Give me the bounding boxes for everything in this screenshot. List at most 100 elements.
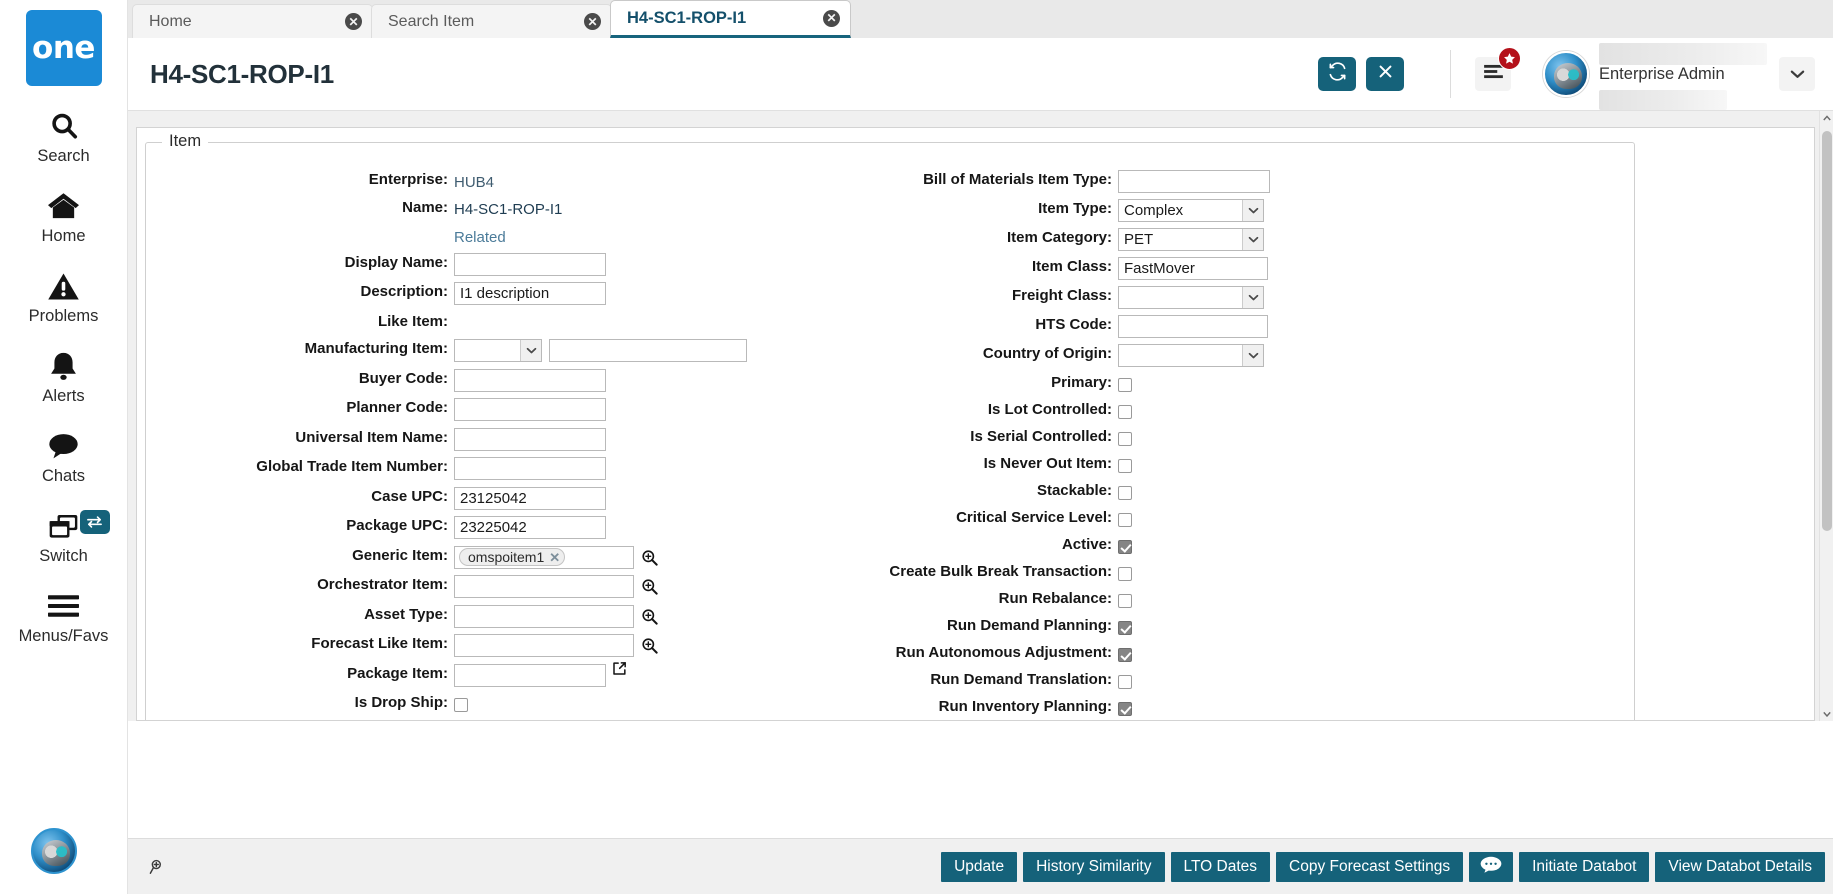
chip-input-generic-item[interactable]: omspoitem1 ✕ [454,545,634,569]
input-package-upc[interactable] [454,516,606,539]
tab-close-icon[interactable]: ✕ [584,13,601,30]
lookup-search-icon[interactable] [641,549,658,566]
tab-label: Home [149,12,192,30]
rail-item-alerts[interactable]: Alerts [0,348,128,406]
tab-home[interactable]: Home ✕ [132,4,373,38]
checkbox-create-bulk-break-transaction[interactable] [1118,567,1132,581]
input-display-name[interactable] [454,252,606,276]
form-label-run-demand-translation: Run Demand Translation: [930,671,1112,688]
lookup-search-icon[interactable] [641,608,658,625]
checkbox-is-serial-controlled[interactable] [1118,432,1132,446]
form-column-right: Bill of Materials Item Type: Item Type: Co… [796,169,1326,720]
footer-button-view-databot-details[interactable]: View Databot Details [1655,851,1825,882]
checkbox-primary[interactable] [1118,378,1132,392]
checkbox-run-inventory-planning[interactable] [1118,702,1132,716]
input-bill-of-materials-item-type[interactable] [1118,170,1270,193]
rail-item-chats[interactable]: Chats [0,428,128,486]
refresh-button[interactable] [1318,57,1356,91]
scroll-down-button[interactable] [1820,707,1833,721]
chip-remove-icon[interactable]: ✕ [549,547,560,568]
footer-button-update[interactable]: Update [941,851,1018,882]
checkbox-is-never-out-item[interactable] [1118,459,1132,473]
action-footer: Update History Similarity LTO Dates Copy Fo… [128,838,1833,894]
input-manufacturing-item[interactable] [549,339,747,362]
content-vertical-scrollbar[interactable] [1819,111,1833,721]
header-menu-button[interactable] [1475,47,1521,91]
scrollbar-thumb[interactable] [1822,131,1832,531]
user-avatar-icon[interactable] [1543,51,1589,97]
chevron-down-icon [520,340,541,361]
form-row-item-class: Item Class: [796,256,1326,280]
select-country-of-origin[interactable] [1118,344,1264,367]
rail-item-switch[interactable]: Switch [0,508,128,566]
tab-search-item[interactable]: Search Item ✕ [371,4,612,38]
chip-omspoitem1[interactable]: omspoitem1 ✕ [459,547,566,568]
input-asset-type[interactable] [454,604,634,628]
checkbox-run-autonomous-adjustment[interactable] [1118,648,1132,662]
form-label-critical-service-level: Critical Service Level: [956,509,1112,526]
footer-button-label: Copy Forecast Settings [1289,857,1451,875]
input-description[interactable] [454,282,606,305]
assistant-avatar-icon[interactable] [31,828,77,874]
rail-item-home[interactable]: Home [0,188,128,246]
scroll-up-button[interactable] [1820,111,1833,125]
form-row-like-item: Like Item: [154,311,774,333]
chevron-down-icon [1242,345,1263,366]
form-value-run-inventory-planning [1118,696,1132,718]
one-network-logo[interactable]: one [25,10,102,86]
rail-item-menus-favs[interactable]: Menus/Favs [0,588,128,646]
footer-chat-button[interactable] [1469,851,1514,882]
form-label-case-upc: Case UPC: [371,487,448,505]
input-item-class[interactable] [1118,257,1268,280]
select-item-type[interactable]: Complex [1118,199,1264,222]
tab-close-icon[interactable]: ✕ [345,13,362,30]
star-badge-icon [1498,47,1521,70]
input-buyer-code[interactable] [454,368,606,392]
form-value-active [1118,534,1132,556]
swap-arrows-icon[interactable] [79,510,110,534]
footer-button-copy-forecast-settings[interactable]: Copy Forecast Settings [1276,851,1464,882]
footer-button-initiate-databot[interactable]: Initiate Databot [1519,851,1650,882]
checkbox-is-lot-controlled[interactable] [1118,405,1132,419]
footer-button-history-similarity[interactable]: History Similarity [1023,851,1165,882]
input-universal-item-name[interactable] [454,427,606,451]
lookup-search-icon[interactable] [641,637,658,654]
input-global-trade-item-number[interactable] [454,457,606,480]
tab-h4-sc1-rop-i1[interactable]: H4-SC1-ROP-I1 ✕ [610,0,851,38]
user-menu-caret-button[interactable] [1779,57,1815,91]
select-freight-class[interactable] [1118,286,1264,309]
checkbox-run-demand-translation[interactable] [1118,675,1132,689]
open-external-icon[interactable] [612,661,627,681]
checkbox-run-demand-planning[interactable] [1118,621,1132,635]
input-hts-code[interactable] [1118,315,1268,338]
form-row-run-autonomous-adjustment: Run Autonomous Adjustment: [796,642,1326,664]
input-package-item[interactable] [454,663,606,687]
input-planner-code[interactable] [454,398,606,421]
fieldset-legend: Item [162,132,209,151]
checkbox-run-rebalance[interactable] [1118,594,1132,608]
input-case-upc[interactable] [454,486,606,510]
form-row-primary: Primary: [796,372,1326,394]
select-manufacturing-item[interactable] [454,339,542,362]
rail-item-search[interactable]: Search [0,108,128,166]
form-label-orchestrator-item: Orchestrator Item: [317,576,448,593]
related-link[interactable]: Related [454,226,506,246]
checkbox-critical-service-level[interactable] [1118,513,1132,527]
checkbox-is-drop-ship[interactable] [454,698,468,712]
home-icon [47,188,80,224]
chat-bubble-icon [1480,856,1502,878]
input-orchestrator-item[interactable] [454,575,634,598]
checkbox-active[interactable] [1118,540,1132,554]
select-stratification-code[interactable] [454,721,600,722]
pin-location-icon[interactable] [144,854,170,880]
select-item-category[interactable]: PET [1118,228,1264,251]
lookup-search-icon[interactable] [641,578,658,595]
form-label-run-inventory-planning: Run Inventory Planning: [938,698,1112,715]
input-forecast-like-item[interactable] [454,634,634,657]
tab-close-icon[interactable]: ✕ [823,9,840,27]
checkbox-stackable[interactable] [1118,486,1132,500]
static-value-enterprise: HUB4 [454,173,495,191]
footer-button-lto-dates[interactable]: LTO Dates [1170,851,1271,882]
close-button[interactable] [1366,57,1404,91]
rail-item-problems[interactable]: Problems [0,268,128,326]
